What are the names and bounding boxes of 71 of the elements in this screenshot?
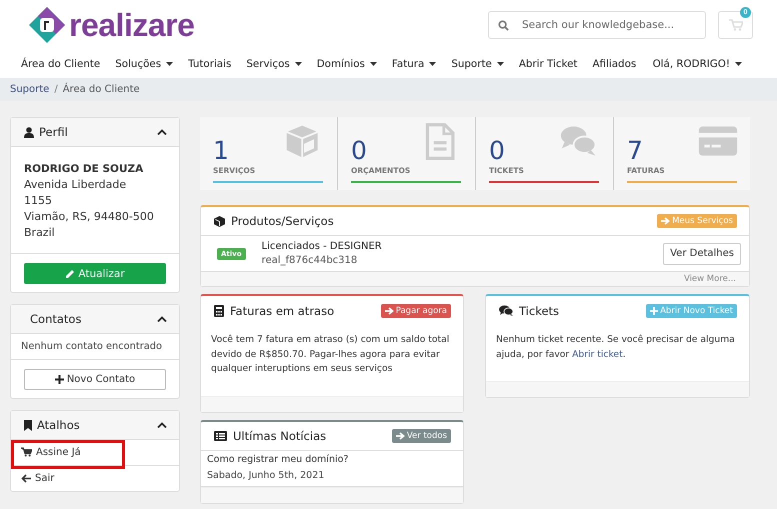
product-name: Licenciados - DESIGNER [262,241,383,252]
stat-number: 7 [627,138,643,164]
nav-link[interactable]: Afiliados [592,58,636,70]
collapse-chevron-icon [157,129,167,135]
profile-name: RODRIGO DE SOUZA [24,162,144,177]
panel-title: Tickets [519,304,560,318]
open-ticket-link[interactable]: Abrir ticket [572,348,623,360]
collapse-chevron-icon [157,422,167,428]
user-menu[interactable]: Olá, RODRIGO! [652,58,742,70]
details-button[interactable]: Ver Detalhes [663,242,741,264]
breadcrumb-link[interactable]: Suporte [10,84,50,95]
plus-icon [54,375,64,384]
panel-title: Contatos [30,312,82,326]
caret-icon [496,62,504,66]
product-domain: real_f876c44bc318 [262,255,358,266]
calculator-icon [214,304,224,316]
nav-link[interactable]: Abrir Ticket [518,58,578,70]
tickets-message: Nenhum ticket recente. Se você precisar de alguma ajuda, por favor Abrir ticket. [496,333,736,362]
stat-number: 0 [351,138,367,164]
shortcut-link[interactable]: Assine Já [21,446,81,458]
nav-link[interactable]: Tutoriais [188,58,232,70]
shortcut-link[interactable]: Sair [21,472,54,484]
panel-action-button[interactable]: Pagar agora [380,304,451,318]
caret-icon [166,62,174,66]
search-icon [498,20,509,31]
stat-number: 0 [489,138,505,164]
chat-bubbles-icon [499,305,513,316]
news-date: Sabado, Junho 5th, 2021 [207,469,326,483]
address-line: Avenida Liberdade [24,177,128,193]
cart-icon [728,19,742,31]
user-icon [24,126,34,138]
address-line: Brazil [24,225,56,241]
collapse-chevron-icon [157,316,167,322]
panel-title: Atalhos [37,418,80,432]
search-field[interactable]: Search our knowledgebase... [488,11,706,39]
cube-icon [214,216,225,226]
nav-link[interactable]: Área do Cliente [21,58,100,70]
arrow-right-icon [384,306,394,314]
panel-action-button[interactable]: Ver todos [392,429,451,443]
caret-icon [370,62,377,66]
empty-message: Nenhum contato encontrado [21,341,163,352]
address-line: 1155 [24,193,53,209]
breadcrumb-current: Área do Cliente [62,84,140,95]
nav-link[interactable]: Domínios [316,58,377,70]
address-line: Viamão, RS, 94480-500 [24,209,155,225]
panel-title: Faturas em atraso [230,304,334,318]
news-link[interactable]: Como registrar meu domínio? [207,453,457,467]
panel-title: Perfil [39,125,68,139]
nav-link[interactable]: Suporte [451,58,504,70]
stat-number: 1 [213,138,229,164]
nav-link[interactable]: Soluções [115,58,174,70]
newspaper-icon [214,431,227,441]
cart-icon [21,447,32,458]
panel-title: Ultímas Notícias [233,429,326,443]
pencil-icon [65,268,76,278]
nav-link[interactable]: Serviços [246,58,302,70]
caret-icon [294,62,302,66]
caret-icon [735,62,742,66]
arrow-left-icon [21,474,31,483]
nav-link[interactable]: Fatura [392,58,436,70]
plus-icon [650,306,658,314]
overdue-message: Você tem 7 fatura em atraso (s) com um saldo total devido de R$850.70. Pagar-lhes agora para evitar qualquer interuptions em seus serviços [211,333,450,376]
new-contact-button[interactable]: Novo Contato [24,369,166,390]
bookmark-icon [24,420,32,430]
logo-icon [27,5,67,45]
panel-title: Produtos/Serviços [231,214,334,228]
breadcrumb-separator: / [54,84,58,95]
logo-text: realizare [69,6,194,44]
arrow-right-icon [396,432,405,440]
caret-icon [429,62,436,66]
arrow-right-icon [661,217,670,225]
